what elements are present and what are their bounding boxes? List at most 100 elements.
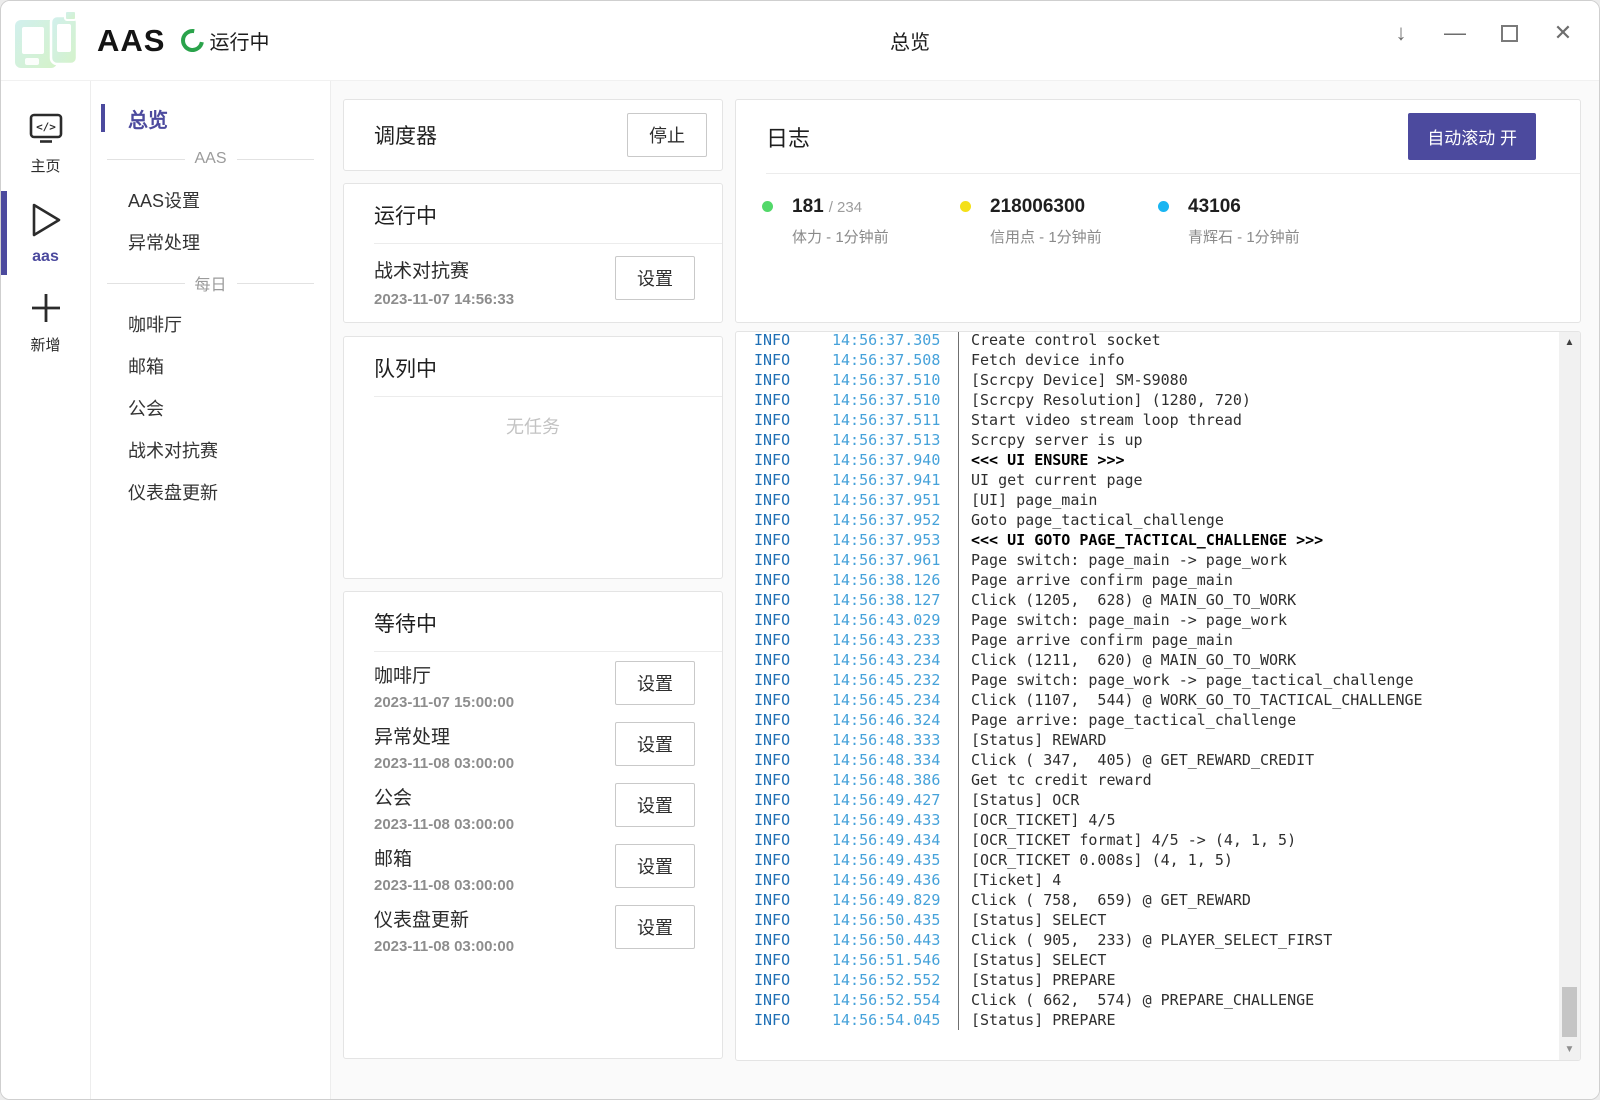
autoscroll-toggle-button[interactable]: 自动滚动 开	[1408, 113, 1536, 160]
log-timestamp: 14:56:37.940	[832, 450, 958, 470]
stop-button[interactable]: 停止	[627, 113, 707, 157]
log-line: INFO 14:56:49.829 Click ( 758, 659) @ GE…	[754, 890, 1546, 910]
rail-item-add[interactable]: 新增	[1, 278, 90, 367]
log-level: INFO	[754, 470, 832, 490]
log-message: Start video stream loop thread	[958, 410, 1546, 430]
log-timestamp: 14:56:49.435	[832, 850, 958, 870]
nav-item[interactable]: 战术对抗赛	[91, 429, 330, 471]
log-level: INFO	[754, 331, 832, 350]
rail-item-aas[interactable]: aas	[1, 188, 90, 278]
rail-item-home[interactable]: </> 主页	[1, 99, 90, 188]
log-timestamp: 14:56:49.427	[832, 790, 958, 810]
waiting-settings-button[interactable]: 设置	[615, 783, 695, 827]
log-line: INFO 14:56:37.510 [Scrcpy Device] SM-S90…	[754, 370, 1546, 390]
rail-label-add: 新增	[30, 334, 60, 355]
log-message: [UI] page_main	[958, 490, 1546, 510]
maximize-icon[interactable]	[1489, 13, 1529, 53]
log-timestamp: 14:56:46.324	[832, 710, 958, 730]
log-timestamp: 14:56:37.510	[832, 370, 958, 390]
waiting-task-name: 邮箱	[374, 844, 514, 871]
log-level: INFO	[754, 650, 832, 670]
log-message: Fetch device info	[958, 350, 1546, 370]
nav-item-label: 咖啡厅	[128, 311, 182, 337]
waiting-task-name: 异常处理	[374, 722, 514, 749]
download-arrow-icon[interactable]: ↓	[1381, 13, 1421, 53]
log-timestamp: 14:56:48.386	[832, 770, 958, 790]
log-timestamp: 14:56:38.126	[832, 570, 958, 590]
log-line: INFO 14:56:50.443 Click ( 905, 233) @ PL…	[754, 930, 1546, 950]
nav-item[interactable]: 仪表盘更新	[91, 471, 330, 513]
waiting-settings-button[interactable]: 设置	[615, 905, 695, 949]
log-line: INFO 14:56:48.334 Click ( 347, 405) @ GE…	[754, 750, 1546, 770]
log-timestamp: 14:56:50.435	[832, 910, 958, 930]
log-level: INFO	[754, 590, 832, 610]
scheduler-card: 调度器 停止	[343, 99, 723, 171]
log-level: INFO	[754, 370, 832, 390]
icon-rail: </> 主页 aas	[1, 81, 91, 1099]
log-line: INFO 14:56:51.546 [Status] SELECT	[754, 950, 1546, 970]
log-message: [Ticket] 4	[958, 870, 1546, 890]
waiting-settings-button[interactable]: 设置	[615, 661, 695, 705]
log-line: INFO 14:56:49.433 [OCR_TICKET] 4/5	[754, 810, 1546, 830]
app-window: AAS 运行中 总览 ↓ — ✕ </> 主页	[0, 0, 1600, 1100]
log-level: INFO	[754, 490, 832, 510]
log-line: INFO 14:56:49.434 [OCR_TICKET format] 4/…	[754, 830, 1546, 850]
running-task-time: 2023-11-07 14:56:33	[374, 291, 514, 308]
stat-total: / 234	[829, 199, 862, 216]
nav-item-label: 总览	[128, 104, 168, 133]
waiting-task-name: 咖啡厅	[374, 661, 514, 688]
nav-item[interactable]: 异常处理	[91, 221, 330, 263]
nav-item[interactable]: AAS设置	[91, 179, 330, 221]
log-level: INFO	[754, 530, 832, 550]
log-scrollbar[interactable]: ▲ ▼	[1559, 332, 1580, 1060]
scroll-down-arrow-icon[interactable]: ▼	[1559, 1044, 1580, 1055]
window-controls: ↓ — ✕	[1381, 13, 1583, 53]
log-timestamp: 14:56:43.233	[832, 630, 958, 650]
log-message: [OCR_TICKET] 4/5	[958, 810, 1546, 830]
waiting-task-time: 2023-11-08 03:00:00	[374, 877, 514, 894]
nav-item[interactable]: 咖啡厅	[91, 303, 330, 345]
waiting-settings-button[interactable]: 设置	[615, 844, 695, 888]
log-line: INFO 14:56:45.234 Click (1107, 544) @ WO…	[754, 690, 1546, 710]
stat-label: 体力 - 1分钟前	[792, 226, 960, 247]
nav-item-label: 邮箱	[128, 353, 164, 379]
log-line: INFO 14:56:37.940 <<< UI ENSURE >>>	[754, 450, 1546, 470]
nav-item[interactable]: 公会	[91, 387, 330, 429]
scrollbar-thumb[interactable]	[1562, 987, 1577, 1037]
log-timestamp: 14:56:37.510	[832, 390, 958, 410]
waiting-settings-button[interactable]: 设置	[615, 722, 695, 766]
running-title: 运行中	[374, 205, 437, 228]
scroll-up-arrow-icon[interactable]: ▲	[1559, 337, 1580, 348]
nav-item[interactable]: 邮箱	[91, 345, 330, 387]
log-timestamp: 14:56:54.045	[832, 1010, 958, 1030]
log-message: Create control socket	[958, 331, 1546, 350]
rail-selected-indicator	[1, 191, 7, 275]
log-message: Page arrive confirm page_main	[958, 570, 1546, 590]
log-level: INFO	[754, 770, 832, 790]
rail-label-home: 主页	[30, 155, 60, 176]
log-timestamp: 14:56:37.953	[832, 530, 958, 550]
nav-item[interactable]: 总览	[91, 97, 330, 139]
log-timestamp: 14:56:37.508	[832, 350, 958, 370]
waiting-task-time: 2023-11-08 03:00:00	[374, 816, 514, 833]
close-icon[interactable]: ✕	[1543, 13, 1583, 53]
log-line: INFO 14:56:49.436 [Ticket] 4	[754, 870, 1546, 890]
log-message: Scrcpy server is up	[958, 430, 1546, 450]
running-settings-button[interactable]: 设置	[615, 256, 695, 300]
log-level: INFO	[754, 710, 832, 730]
log-level: INFO	[754, 970, 832, 990]
log-message: <<< UI ENSURE >>>	[958, 450, 1546, 470]
log-timestamp: 14:56:50.443	[832, 930, 958, 950]
waiting-task-row: 邮箱 2023-11-08 03:00:00 设置	[344, 835, 722, 896]
log-timestamp: 14:56:51.546	[832, 950, 958, 970]
log-timestamp: 14:56:49.436	[832, 870, 958, 890]
waiting-task-time: 2023-11-07 15:00:00	[374, 694, 514, 711]
log-line: INFO 14:56:45.232 Page switch: page_work…	[754, 670, 1546, 690]
stat-label: 信用点 - 1分钟前	[990, 226, 1158, 247]
log-line: INFO 14:56:38.127 Click (1205, 628) @ MA…	[754, 590, 1546, 610]
waiting-task-row: 咖啡厅 2023-11-07 15:00:00 设置	[344, 652, 722, 713]
stat-item: 218006300 信用点 - 1分钟前	[960, 196, 1158, 247]
minimize-icon[interactable]: —	[1435, 13, 1475, 53]
log-timestamp: 14:56:37.952	[832, 510, 958, 530]
log-line: INFO 14:56:49.435 [OCR_TICKET 0.008s] (4…	[754, 850, 1546, 870]
